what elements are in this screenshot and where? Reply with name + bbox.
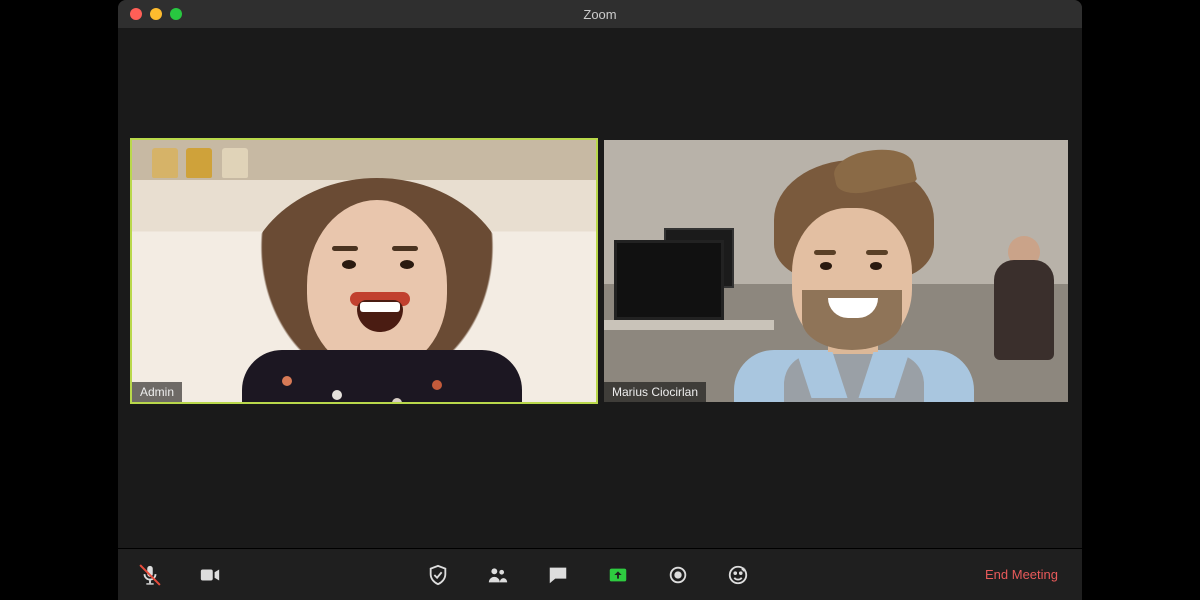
participant-video [604,140,1068,402]
window-close-button[interactable] [130,8,142,20]
participants-button[interactable] [482,559,514,591]
record-button[interactable] [662,559,694,591]
meeting-toolbar: End Meeting [118,548,1082,600]
chat-button[interactable] [542,559,574,591]
share-screen-icon [607,564,629,586]
participant-name-label: Admin [132,382,182,402]
window-title: Zoom [118,7,1082,22]
reactions-icon [727,564,749,586]
video-camera-icon [199,564,221,586]
video-button[interactable] [194,559,226,591]
window-traffic-lights [130,8,182,20]
participant-tile[interactable]: Admin [132,140,596,402]
reactions-button[interactable] [722,559,754,591]
mute-button[interactable] [134,559,166,591]
shield-icon [427,564,449,586]
video-area: Admin Marius Ciocirlan [118,28,1082,548]
record-icon [667,564,689,586]
window-minimize-button[interactable] [150,8,162,20]
chat-icon [547,564,569,586]
share-screen-button[interactable] [602,559,634,591]
window-fullscreen-button[interactable] [170,8,182,20]
zoom-window: Zoom Admin [118,0,1082,600]
participant-tile[interactable]: Marius Ciocirlan [604,140,1068,402]
end-meeting-button[interactable]: End Meeting [977,561,1066,588]
security-button[interactable] [422,559,454,591]
titlebar: Zoom [118,0,1082,28]
participants-icon [487,564,509,586]
gallery-view: Admin Marius Ciocirlan [132,140,1068,402]
participant-name-label: Marius Ciocirlan [604,382,706,402]
participant-video [132,140,596,402]
